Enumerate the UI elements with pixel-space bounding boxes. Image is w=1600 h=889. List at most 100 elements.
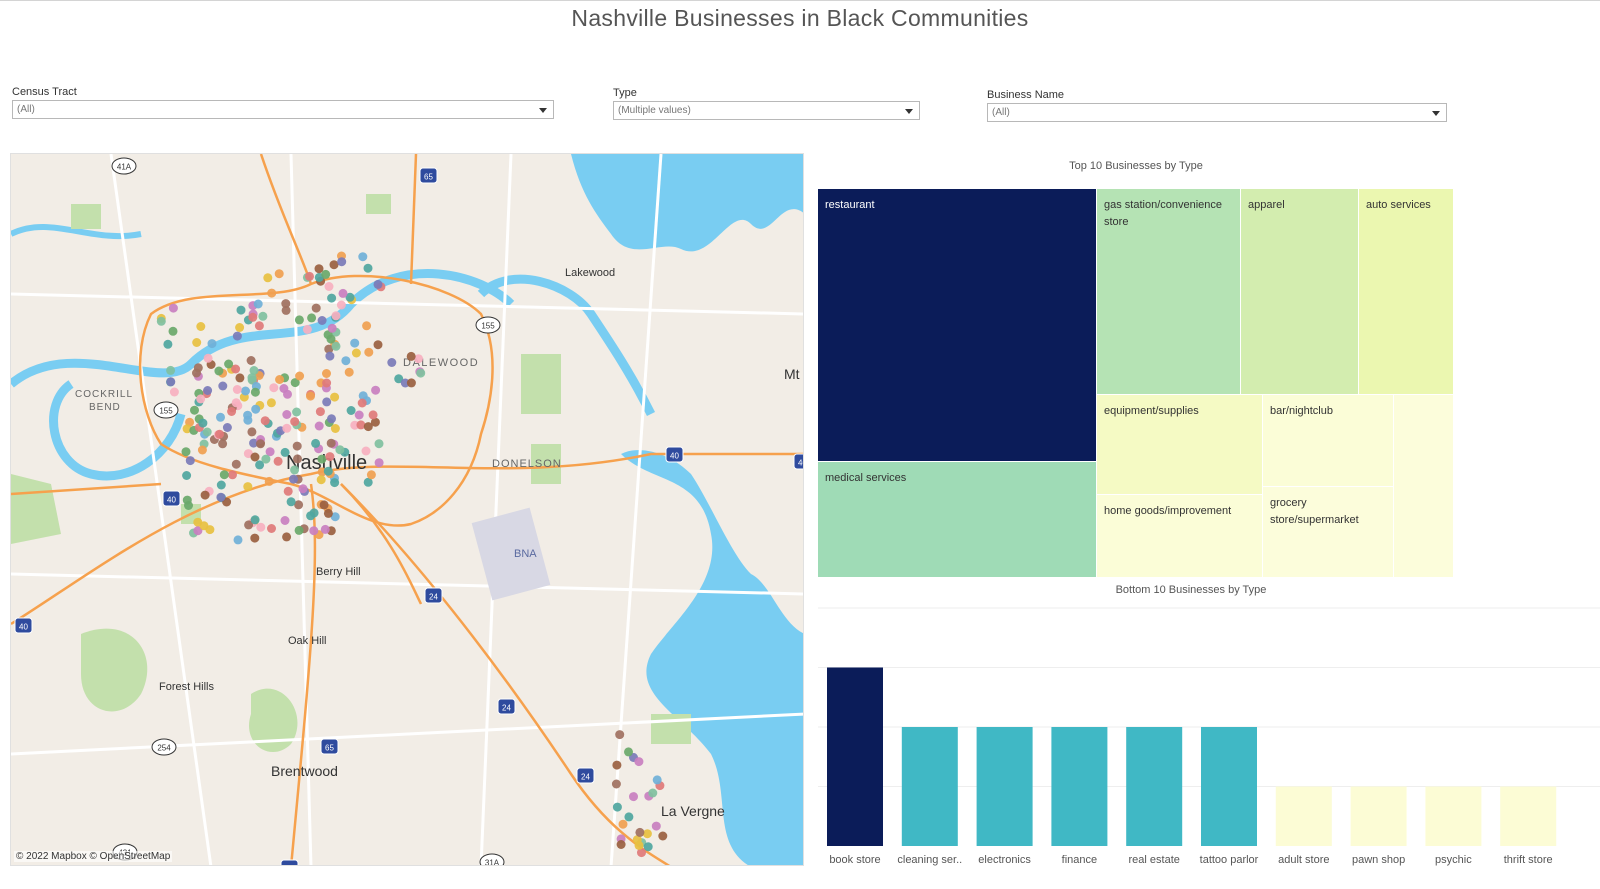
business-point[interactable] [281,299,291,309]
business-point[interactable] [341,356,351,366]
business-point[interactable] [368,410,378,420]
business-point[interactable] [311,303,321,313]
business-point[interactable] [635,827,645,837]
business-point[interactable] [309,508,319,518]
business-point[interactable] [267,524,276,533]
business-point[interactable] [232,385,242,394]
business-point[interactable] [216,480,226,490]
business-point[interactable] [263,273,273,283]
business-point[interactable] [214,366,224,376]
business-point[interactable] [231,459,241,469]
business-point[interactable] [253,299,263,309]
business-point[interactable] [374,439,384,449]
business-point[interactable] [314,421,324,431]
treemap-cell-gas-station[interactable]: gas station/convenience store [1097,189,1241,395]
business-point[interactable] [330,478,340,488]
business-point[interactable] [311,438,321,448]
business-point[interactable] [267,288,277,298]
business-point[interactable] [224,359,234,369]
business-point[interactable] [338,288,348,298]
business-point[interactable] [260,416,270,426]
business-point[interactable] [274,269,284,279]
bar-real-estate[interactable] [1126,727,1183,846]
business-point[interactable] [371,385,381,395]
business-point[interactable] [207,339,217,349]
business-point[interactable] [354,410,364,420]
business-point[interactable] [629,792,638,802]
business-point[interactable] [198,418,208,428]
business-point[interactable] [168,326,178,336]
business-point[interactable] [290,417,300,427]
business-point[interactable] [317,454,327,464]
bar-tattoo-parlor[interactable] [1201,727,1257,846]
business-point[interactable] [325,351,335,361]
business-point[interactable] [322,378,332,388]
business-point[interactable] [293,454,302,464]
business-point[interactable] [387,358,397,367]
business-point[interactable] [258,311,268,321]
business-point[interactable] [658,831,668,841]
bar-book-store[interactable] [827,667,883,847]
business-point[interactable] [163,339,173,349]
business-point[interactable] [282,423,292,433]
treemap-cell-restaurant[interactable]: restaurant [818,189,1097,462]
business-point[interactable] [323,508,333,518]
business-point[interactable] [280,516,290,525]
business-point[interactable] [330,392,340,402]
business-point[interactable] [205,525,215,535]
business-point[interactable] [374,458,384,468]
business-point[interactable] [331,311,341,321]
map-canvas[interactable]: Nashville Lakewood DALEWOOD COCKRILL BEN… [11,154,804,866]
business-point[interactable] [203,353,213,363]
business-point[interactable] [282,532,292,542]
business-point[interactable] [642,829,652,839]
treemap-cell-home-goods[interactable]: home goods/improvement [1097,495,1263,578]
top-10-treemap[interactable]: restaurant medical services gas station/… [818,189,1454,578]
business-point[interactable] [634,757,644,767]
business-point[interactable] [264,476,274,486]
business-point[interactable] [250,387,260,397]
business-point[interactable] [295,371,305,381]
business-point[interactable] [323,466,333,476]
business-point[interactable] [190,405,199,415]
bar-electronics[interactable] [976,727,1033,846]
business-point[interactable] [243,482,253,492]
business-point[interactable] [416,368,426,378]
business-point[interactable] [256,522,266,532]
business-point[interactable] [361,446,371,456]
business-point[interactable] [327,414,336,424]
business-point[interactable] [337,257,347,267]
business-point[interactable] [227,407,237,416]
business-point[interactable] [321,269,331,279]
business-point[interactable] [215,429,224,439]
business-point[interactable] [330,424,340,433]
business-point[interactable] [233,535,243,545]
business-point[interactable] [249,366,259,375]
business-point[interactable] [184,501,193,510]
business-point[interactable] [322,397,332,407]
business-point[interactable] [327,293,337,303]
business-point[interactable] [232,331,242,341]
business-point[interactable] [219,470,229,480]
business-point[interactable] [168,303,178,313]
bottom-10-bar-chart[interactable]: book store cleaning ser.. electronics finan… [818,600,1600,880]
business-point[interactable] [250,452,260,462]
business-point[interactable] [322,369,331,378]
business-point[interactable] [248,312,258,322]
business-point[interactable] [357,398,367,408]
business-point[interactable] [358,252,368,262]
business-point[interactable] [346,406,356,415]
business-point[interactable] [298,484,308,494]
business-point[interactable] [289,474,298,484]
business-point[interactable] [406,351,416,361]
business-point[interactable] [373,340,383,350]
business-point[interactable] [241,386,250,396]
business-point[interactable] [235,323,245,332]
business-point[interactable] [182,471,192,480]
business-point[interactable] [218,381,228,391]
census-tract-dropdown[interactable]: (All) [12,100,554,119]
business-point[interactable] [290,465,300,475]
business-point[interactable] [351,348,361,358]
business-point[interactable] [185,456,195,466]
business-point[interactable] [350,338,360,348]
